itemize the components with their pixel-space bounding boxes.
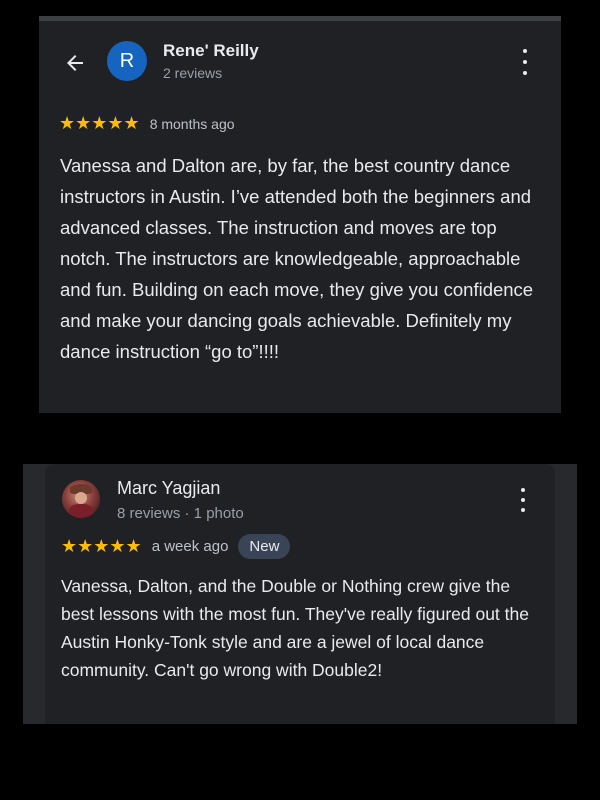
avatar-photo-face — [75, 492, 87, 504]
review-text: Vanessa, Dalton, and the Double or Nothi… — [61, 576, 529, 680]
more-vert-icon-dot — [523, 71, 527, 75]
review-card-rene: R Rene' Reilly 2 reviews ★★★★★ 8 months … — [39, 16, 561, 413]
new-badge: New — [238, 534, 291, 559]
star-rating: ★★★★★ — [61, 536, 142, 557]
review-text: Vanessa and Dalton are, by far, the best… — [60, 155, 534, 362]
rating-row: ★★★★★ 8 months ago — [59, 113, 235, 134]
avatar[interactable]: R — [107, 41, 147, 81]
review-time: a week ago — [151, 538, 229, 555]
more-options-button[interactable] — [511, 488, 535, 512]
review-time: 8 months ago — [149, 115, 235, 132]
reviewer-name[interactable]: Rene' Reilly — [163, 41, 259, 61]
more-vert-icon — [523, 49, 527, 53]
more-vert-icon — [521, 488, 525, 492]
reviewer-name[interactable]: Marc Yagjian — [117, 478, 220, 499]
more-vert-icon-dot — [521, 498, 525, 502]
reviewer-meta: 2 reviews — [163, 65, 223, 81]
avatar[interactable] — [62, 480, 100, 518]
more-vert-icon-dot — [523, 60, 527, 64]
review-card-marc: Marc Yagjian 8 reviews · 1 photo ★★★★★ a… — [45, 464, 555, 724]
avatar-photo-body — [69, 504, 93, 518]
rating-row: ★★★★★ a week ago New — [61, 534, 291, 559]
back-button[interactable] — [61, 49, 89, 77]
star-rating: ★★★★★ — [59, 113, 140, 134]
avatar-initial: R — [119, 49, 135, 72]
more-options-button[interactable] — [513, 49, 537, 75]
reviewer-meta: 8 reviews · 1 photo — [117, 505, 244, 522]
more-vert-icon-dot — [521, 508, 525, 512]
arrow-back-icon — [67, 55, 83, 71]
